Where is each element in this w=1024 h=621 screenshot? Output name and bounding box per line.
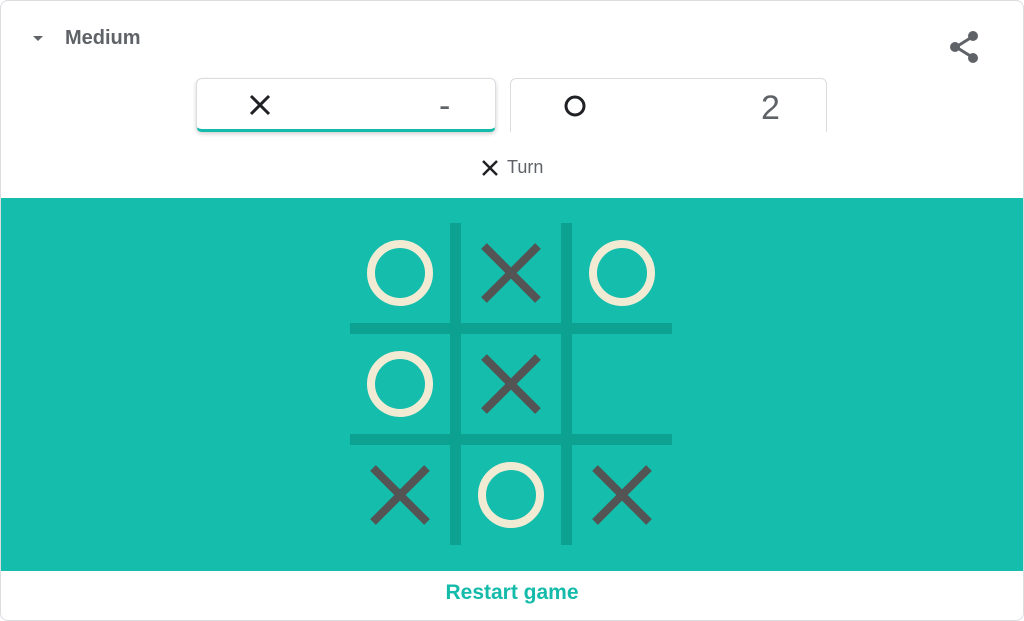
difficulty-dropdown[interactable]: Medium [33, 27, 141, 50]
x-mark-icon [481, 243, 541, 303]
board-cell[interactable] [572, 445, 672, 545]
board-cell[interactable] [461, 223, 561, 323]
turn-indicator: Turn [481, 157, 543, 178]
score-x-value: - [439, 87, 451, 125]
grid-line [350, 323, 672, 334]
o-mark-icon [367, 351, 433, 417]
game-card: Medium - 2 Turn Restart game [0, 0, 1024, 621]
score-card-o[interactable]: 2 [510, 78, 827, 132]
x-mark-icon [370, 465, 430, 525]
o-mark-icon [589, 240, 655, 306]
difficulty-label: Medium [65, 27, 141, 49]
board-cell[interactable] [461, 334, 561, 434]
x-mark-icon [481, 354, 541, 414]
grid-line [561, 223, 572, 545]
share-button[interactable] [945, 27, 985, 67]
x-mark-icon [482, 159, 498, 176]
o-mark-icon [564, 95, 586, 117]
board-cell[interactable] [350, 445, 450, 545]
board-area [1, 198, 1023, 571]
board-cell[interactable] [350, 223, 450, 323]
turn-label: Turn [507, 157, 544, 177]
restart-game-button[interactable]: Restart game [1, 581, 1023, 605]
o-mark-icon [367, 240, 433, 306]
caret-down-icon [33, 36, 43, 41]
x-mark-icon [592, 465, 652, 525]
score-o-value: 2 [761, 89, 780, 127]
x-mark-icon [249, 94, 271, 116]
score-card-x[interactable]: - [196, 78, 496, 132]
board-cell[interactable] [461, 445, 561, 545]
grid-line [450, 223, 461, 545]
board-cell[interactable] [572, 334, 672, 434]
board-cell[interactable] [572, 223, 672, 323]
o-mark-icon [478, 462, 544, 528]
grid-line [350, 434, 672, 445]
game-board [350, 223, 672, 545]
board-cell[interactable] [350, 334, 450, 434]
share-icon [950, 31, 978, 63]
